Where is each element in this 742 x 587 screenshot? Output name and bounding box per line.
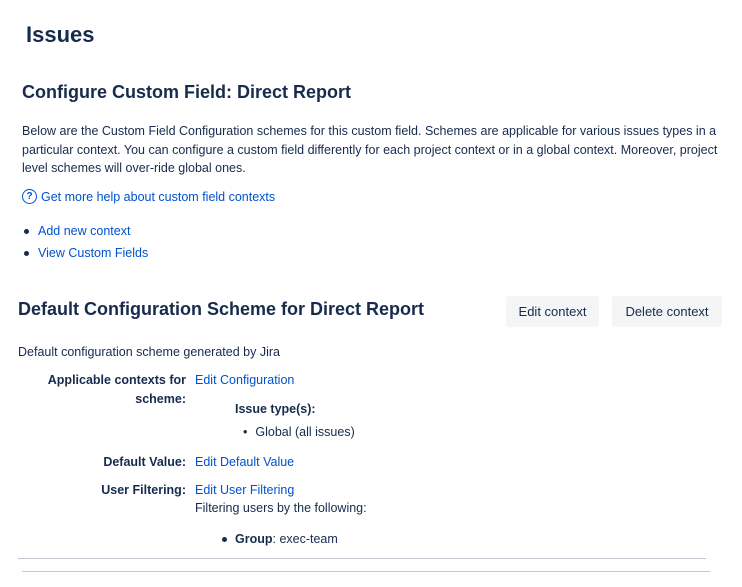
user-filtering-label: User Filtering: bbox=[101, 483, 186, 497]
delete-context-button[interactable]: Delete context bbox=[612, 296, 722, 327]
group-value: : exec-team bbox=[272, 532, 338, 546]
question-circle-icon: ? bbox=[22, 189, 37, 204]
issue-type-item: Global (all issues) bbox=[243, 425, 354, 439]
default-value-label: Default Value: bbox=[103, 455, 186, 469]
filtering-description: Filtering users by the following: bbox=[195, 501, 367, 515]
edit-user-filtering-link[interactable]: Edit User Filtering bbox=[195, 481, 294, 500]
help-link[interactable]: Get more help about custom field context… bbox=[41, 190, 275, 204]
view-custom-fields-link[interactable]: View Custom Fields bbox=[38, 246, 148, 260]
help-link-row[interactable]: ? Get more help about custom field conte… bbox=[22, 189, 275, 204]
issue-types-label: Issue type(s): bbox=[235, 402, 316, 416]
divider bbox=[22, 571, 710, 572]
applicable-contexts-label: Applicable contexts for scheme: bbox=[47, 373, 186, 406]
add-new-context-link[interactable]: Add new context bbox=[38, 224, 130, 238]
list-item: View Custom Fields bbox=[24, 242, 148, 264]
edit-default-value-link[interactable]: Edit Default Value bbox=[195, 453, 294, 472]
scheme-description: Default configuration scheme generated b… bbox=[18, 345, 280, 359]
group-filter-item: Group: exec-team bbox=[222, 532, 338, 546]
scheme-title: Default Configuration Scheme for Direct … bbox=[18, 299, 425, 319]
group-label: Group bbox=[235, 532, 273, 546]
edit-context-button[interactable]: Edit context bbox=[506, 296, 599, 327]
list-item: Add new context bbox=[24, 220, 148, 242]
config-links: Add new context View Custom Fields bbox=[24, 220, 148, 264]
configure-field-title: Configure Custom Field: Direct Report bbox=[22, 82, 352, 102]
edit-configuration-link[interactable]: Edit Configuration bbox=[195, 371, 294, 390]
config-description: Below are the Custom Field Configuration… bbox=[22, 124, 718, 175]
divider bbox=[18, 558, 706, 559]
page-title: Issues bbox=[26, 22, 95, 47]
